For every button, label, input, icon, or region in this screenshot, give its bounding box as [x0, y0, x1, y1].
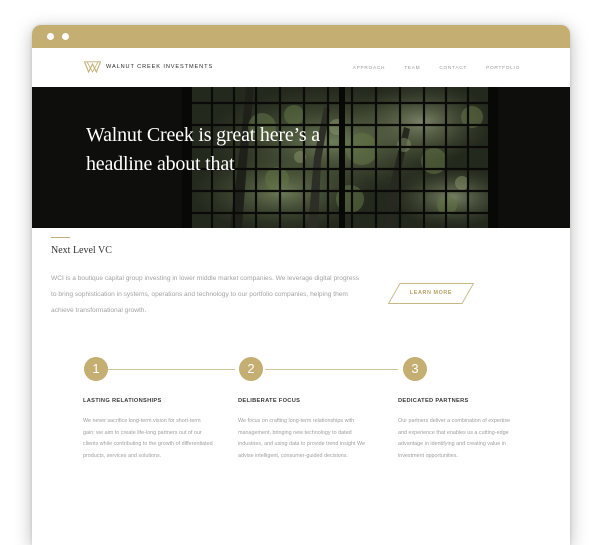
learn-more-button[interactable]: LEARN MORE [388, 283, 474, 304]
hero-headline-line-2: headline about that [86, 153, 235, 175]
walnut-creek-logo-icon [84, 61, 101, 73]
step-body: Our partners deliver a combination of ex… [398, 418, 511, 459]
hero-headline-line-1: Walnut Creek is great here’s a [86, 124, 320, 146]
step-body: We focus on crafting long-term relations… [238, 418, 365, 459]
step-number-badge: 3 [403, 357, 427, 381]
site-header: WALNUT CREEK INVESTMENTS APPROACH TEAM C… [32, 48, 570, 87]
browser-titlebar [32, 25, 570, 48]
section-accent-rule [51, 237, 70, 238]
nav-approach[interactable]: APPROACH [353, 66, 386, 71]
step-title: DEDICATED PARTNERS [398, 398, 469, 404]
logo[interactable]: WALNUT CREEK INVESTMENTS [84, 61, 213, 73]
hero-banner: Walnut Creek is great here’s a headline … [32, 87, 570, 228]
section-title: Next Level VC [51, 245, 112, 256]
step-number-badge: 2 [239, 357, 263, 381]
step-title: LASTING RELATIONSHIPS [83, 398, 162, 404]
brand-name: WALNUT CREEK INVESTMENTS [106, 64, 214, 70]
learn-more-label: LEARN MORE [409, 290, 453, 296]
step-title: DELIBERATE FOCUS [238, 398, 301, 404]
nav-contact[interactable]: CONTACT [439, 66, 467, 71]
nav-portfolio[interactable]: PORTFOLIO [486, 66, 520, 71]
step-number-badge: 1 [84, 357, 108, 381]
section-body: WCI is a boutique capital group investin… [51, 275, 360, 314]
hero-headline: Walnut Creek is great here’s a headline … [86, 121, 386, 179]
window-dot-icon[interactable] [47, 33, 54, 40]
nav-team[interactable]: TEAM [404, 66, 420, 71]
step-body: We never sacrifice long-term vision for … [83, 418, 213, 459]
step-connector-line [265, 369, 398, 370]
step-connector-line [107, 369, 235, 370]
main-nav: APPROACH TEAM CONTACT PORTFOLIO [334, 66, 520, 71]
window-dot-icon[interactable] [62, 33, 69, 40]
